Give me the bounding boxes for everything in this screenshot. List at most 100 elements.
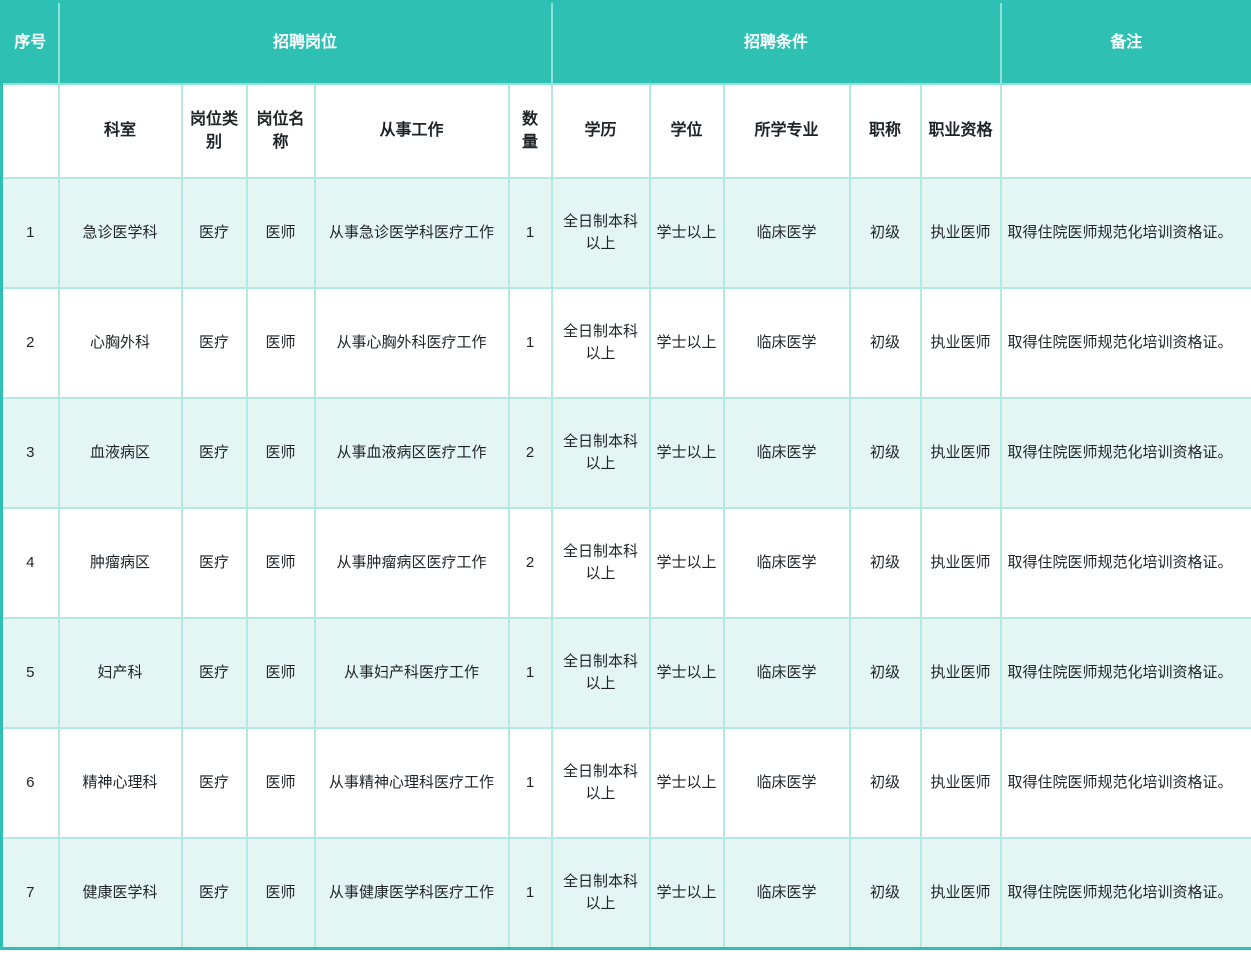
cell-dept: 心胸外科 (59, 288, 182, 398)
cell-education: 全日制本科以上 (552, 288, 650, 398)
header-empty-remark (1001, 84, 1251, 178)
cell-no: 6 (2, 728, 59, 838)
cell-category: 医疗 (182, 618, 247, 728)
header-position-group: 招聘岗位 (59, 2, 552, 85)
header-index: 序号 (2, 2, 59, 85)
header-education: 学历 (552, 84, 650, 178)
cell-cert: 执业医师 (921, 838, 1001, 948)
cell-education: 全日制本科以上 (552, 728, 650, 838)
cell-rank: 初级 (850, 508, 921, 618)
cell-major: 临床医学 (724, 618, 850, 728)
cell-degree: 学士以上 (650, 398, 724, 508)
cell-work: 从事精神心理科医疗工作 (315, 728, 509, 838)
header-work: 从事工作 (315, 84, 509, 178)
cell-rank: 初级 (850, 288, 921, 398)
cell-work: 从事肿瘤病区医疗工作 (315, 508, 509, 618)
cell-category: 医疗 (182, 398, 247, 508)
header-major: 所学专业 (724, 84, 850, 178)
cell-post-name: 医师 (247, 728, 315, 838)
cell-category: 医疗 (182, 728, 247, 838)
header-condition-group: 招聘条件 (552, 2, 1001, 85)
cell-cert: 执业医师 (921, 508, 1001, 618)
recruitment-table: 序号 招聘岗位 招聘条件 备注 科室 岗位类别 岗位名称 从事工作 数量 学历 … (0, 0, 1251, 950)
cell-cert: 执业医师 (921, 398, 1001, 508)
table-row: 3血液病区医疗医师从事血液病区医疗工作2全日制本科以上学士以上临床医学初级执业医… (2, 398, 1251, 508)
header-count: 数量 (509, 84, 552, 178)
cell-post-name: 医师 (247, 288, 315, 398)
table-row: 5妇产科医疗医师从事妇产科医疗工作1全日制本科以上学士以上临床医学初级执业医师取… (2, 618, 1251, 728)
cell-major: 临床医学 (724, 288, 850, 398)
cell-count: 1 (509, 178, 552, 288)
cell-no: 5 (2, 618, 59, 728)
header-degree: 学位 (650, 84, 724, 178)
cell-cert: 执业医师 (921, 618, 1001, 728)
cell-count: 1 (509, 618, 552, 728)
cell-education: 全日制本科以上 (552, 618, 650, 728)
header-category: 岗位类别 (182, 84, 247, 178)
cell-remark: 取得住院医师规范化培训资格证。 (1001, 618, 1251, 728)
cell-category: 医疗 (182, 508, 247, 618)
cell-remark: 取得住院医师规范化培训资格证。 (1001, 398, 1251, 508)
cell-major: 临床医学 (724, 728, 850, 838)
cell-dept: 急诊医学科 (59, 178, 182, 288)
cell-no: 4 (2, 508, 59, 618)
header-post-name: 岗位名称 (247, 84, 315, 178)
cell-remark: 取得住院医师规范化培训资格证。 (1001, 178, 1251, 288)
cell-no: 7 (2, 838, 59, 948)
cell-post-name: 医师 (247, 838, 315, 948)
cell-rank: 初级 (850, 618, 921, 728)
header-dept: 科室 (59, 84, 182, 178)
cell-major: 临床医学 (724, 178, 850, 288)
cell-work: 从事妇产科医疗工作 (315, 618, 509, 728)
cell-major: 临床医学 (724, 838, 850, 948)
cell-post-name: 医师 (247, 178, 315, 288)
cell-education: 全日制本科以上 (552, 398, 650, 508)
cell-degree: 学士以上 (650, 508, 724, 618)
header-cert: 职业资格 (921, 84, 1001, 178)
cell-dept: 肿瘤病区 (59, 508, 182, 618)
column-header-row: 科室 岗位类别 岗位名称 从事工作 数量 学历 学位 所学专业 职称 职业资格 (2, 84, 1251, 178)
cell-category: 医疗 (182, 178, 247, 288)
cell-cert: 执业医师 (921, 728, 1001, 838)
cell-dept: 健康医学科 (59, 838, 182, 948)
cell-dept: 精神心理科 (59, 728, 182, 838)
cell-remark: 取得住院医师规范化培训资格证。 (1001, 288, 1251, 398)
group-header-row: 序号 招聘岗位 招聘条件 备注 (2, 2, 1251, 85)
cell-count: 1 (509, 288, 552, 398)
cell-no: 2 (2, 288, 59, 398)
cell-count: 1 (509, 728, 552, 838)
table-header: 序号 招聘岗位 招聘条件 备注 科室 岗位类别 岗位名称 从事工作 数量 学历 … (2, 2, 1251, 179)
cell-education: 全日制本科以上 (552, 178, 650, 288)
cell-post-name: 医师 (247, 618, 315, 728)
cell-no: 1 (2, 178, 59, 288)
cell-remark: 取得住院医师规范化培训资格证。 (1001, 838, 1251, 948)
cell-post-name: 医师 (247, 398, 315, 508)
cell-count: 1 (509, 838, 552, 948)
cell-degree: 学士以上 (650, 288, 724, 398)
table-body: 1急诊医学科医疗医师从事急诊医学科医疗工作1全日制本科以上学士以上临床医学初级执… (2, 178, 1251, 948)
cell-degree: 学士以上 (650, 618, 724, 728)
cell-degree: 学士以上 (650, 838, 724, 948)
cell-category: 医疗 (182, 288, 247, 398)
cell-rank: 初级 (850, 838, 921, 948)
cell-remark: 取得住院医师规范化培训资格证。 (1001, 728, 1251, 838)
cell-dept: 血液病区 (59, 398, 182, 508)
cell-cert: 执业医师 (921, 288, 1001, 398)
cell-category: 医疗 (182, 838, 247, 948)
table-row: 7健康医学科医疗医师从事健康医学科医疗工作1全日制本科以上学士以上临床医学初级执… (2, 838, 1251, 948)
cell-major: 临床医学 (724, 398, 850, 508)
cell-rank: 初级 (850, 728, 921, 838)
header-empty-index (2, 84, 59, 178)
header-remark: 备注 (1001, 2, 1251, 85)
cell-work: 从事血液病区医疗工作 (315, 398, 509, 508)
table-row: 6精神心理科医疗医师从事精神心理科医疗工作1全日制本科以上学士以上临床医学初级执… (2, 728, 1251, 838)
table-row: 1急诊医学科医疗医师从事急诊医学科医疗工作1全日制本科以上学士以上临床医学初级执… (2, 178, 1251, 288)
cell-education: 全日制本科以上 (552, 838, 650, 948)
cell-work: 从事健康医学科医疗工作 (315, 838, 509, 948)
cell-degree: 学士以上 (650, 728, 724, 838)
cell-major: 临床医学 (724, 508, 850, 618)
cell-education: 全日制本科以上 (552, 508, 650, 618)
cell-no: 3 (2, 398, 59, 508)
header-rank: 职称 (850, 84, 921, 178)
cell-dept: 妇产科 (59, 618, 182, 728)
